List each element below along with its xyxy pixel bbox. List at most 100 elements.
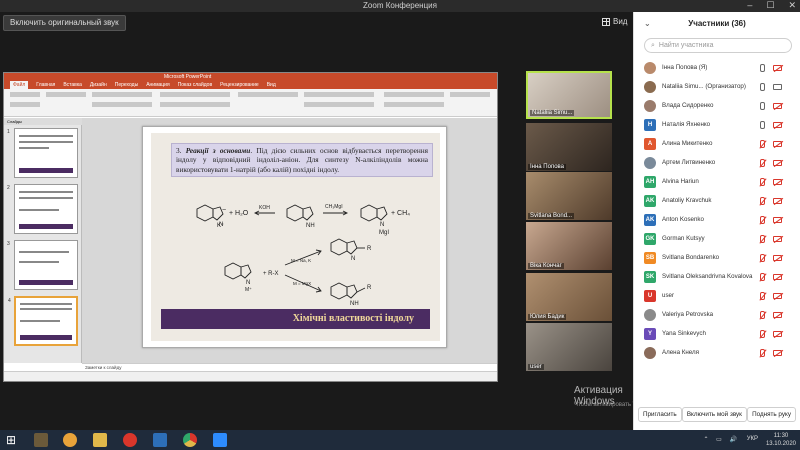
- mic-muted-icon: [760, 253, 765, 262]
- participant-row[interactable]: AK Anatoliy Kravchuk: [634, 191, 800, 210]
- maximize-icon[interactable]: ☐: [766, 0, 774, 11]
- chrome-browser-icon[interactable]: [183, 433, 197, 447]
- slide-title-bar: Хімічні властивості індолу: [161, 309, 430, 329]
- chem-r-label-2: R: [367, 285, 372, 291]
- participant-row[interactable]: AH Alvina Hariun: [634, 172, 800, 191]
- mic-muted-icon: [760, 272, 765, 281]
- participant-name: Артем Литвиненко: [662, 159, 716, 166]
- grid-icon: [602, 17, 610, 26]
- participants-footer: Пригласить Включить мой звук Поднять рук…: [638, 407, 796, 422]
- slide-thumbnail[interactable]: 1: [7, 128, 78, 178]
- participant-row[interactable]: AK Anton Kosenko: [634, 210, 800, 229]
- minimize-icon[interactable]: –: [747, 0, 752, 11]
- participant-row[interactable]: Valeriya Petrovska: [634, 305, 800, 324]
- chem-minus: −: [222, 207, 226, 214]
- participant-row[interactable]: Влада Сидоренко: [634, 96, 800, 115]
- unmute-me-button[interactable]: Включить мой звук: [681, 407, 747, 422]
- participant-row[interactable]: Y Yana Sinkevych: [634, 324, 800, 343]
- calendar-app-icon[interactable]: [34, 433, 48, 447]
- chem-n-label-2: N: [380, 222, 384, 228]
- participant-row[interactable]: Nataliia Simu... (Организатор): [634, 77, 800, 96]
- camera-off-icon: [773, 292, 782, 299]
- slide-text-heading: Реакції з основами: [185, 146, 251, 155]
- avatar: [644, 346, 656, 359]
- opera-browser-icon[interactable]: [123, 433, 137, 447]
- camera-off-icon: [773, 178, 782, 185]
- avatar: [644, 80, 656, 93]
- slide-notes[interactable]: Заметки к слайду: [82, 363, 497, 371]
- slide-thumbnail[interactable]: 2: [7, 184, 78, 234]
- participant-row[interactable]: Інна Попова (Я): [634, 58, 800, 77]
- ppt-tab[interactable]: Файл: [10, 81, 29, 89]
- chem-n-label-4: N: [351, 256, 355, 262]
- camera-off-icon: [773, 349, 782, 356]
- participant-row[interactable]: SB Svitlana Bondarenko: [634, 248, 800, 267]
- video-tile[interactable]: Svitlana Bond...: [526, 172, 612, 220]
- view-button[interactable]: Вид: [602, 17, 627, 26]
- chem-koh: KOH: [259, 205, 270, 211]
- chem-m-na-k: M = Na, K: [291, 258, 311, 263]
- camera-off-icon: [773, 197, 782, 204]
- camera-off-icon: [773, 159, 782, 166]
- video-tile[interactable]: Nataliia Simu...: [526, 71, 612, 119]
- slides-tab[interactable]: Слайды: [4, 118, 82, 125]
- avatar: GK: [644, 232, 656, 245]
- video-tile[interactable]: Інна Попова: [526, 123, 612, 171]
- ppt-tab[interactable]: Вставка: [63, 81, 82, 89]
- taskbar-clock[interactable]: 11:30 13.10.2020: [766, 432, 796, 448]
- slide-thumbnails: Слайды 1 2 3 4: [4, 118, 82, 363]
- ppt-tab[interactable]: Переходы: [115, 81, 138, 89]
- participant-row[interactable]: Uuser: [634, 286, 800, 305]
- camera-off-icon: [773, 102, 782, 109]
- system-tray[interactable]: ⌃ ▭ 🔊: [703, 436, 740, 443]
- avatar: AK: [644, 194, 656, 207]
- participant-search[interactable]: ⌕ Найти участника: [644, 38, 792, 53]
- current-slide[interactable]: 3. Реакції з основами. Під дією сильних …: [142, 126, 447, 348]
- chem-mplus: M⁺: [245, 287, 252, 293]
- app-icon[interactable]: [153, 433, 167, 447]
- ppt-tab[interactable]: Рецензирование: [220, 81, 259, 89]
- participant-name: Yana Sinkevych: [662, 330, 706, 337]
- ppt-tab[interactable]: Главная: [36, 81, 55, 89]
- zoom-app-icon[interactable]: [213, 433, 227, 447]
- slide-canvas: 3. Реакції з основами. Під дією сильних …: [82, 118, 497, 363]
- participant-name: Наталія Яхненко: [662, 121, 711, 128]
- windows-start-icon[interactable]: ⊞: [6, 433, 20, 447]
- ppt-tab[interactable]: Дизайн: [90, 81, 107, 89]
- slide-thumbnail[interactable]: 3: [7, 240, 78, 290]
- participants-title: Участники (36): [688, 18, 746, 28]
- chem-n-label-3: N: [246, 280, 250, 286]
- window-titlebar: Zoom Конференция – ☐ ✕: [0, 0, 800, 12]
- file-explorer-icon[interactable]: [93, 433, 107, 447]
- ppt-ribbon: [4, 89, 497, 117]
- participant-name: Anton Kosenko: [662, 216, 704, 223]
- participants-header: ⌄ Участники (36): [634, 12, 800, 34]
- chevron-down-icon[interactable]: ⌄: [644, 19, 651, 28]
- powerpoint-window: Microsoft PowerPoint Файл Главная Вставк…: [3, 72, 498, 382]
- ppt-tab[interactable]: Анимация: [146, 81, 169, 89]
- participant-row[interactable]: GK Gorman Kutsyy: [634, 229, 800, 248]
- participant-name: Інна Попова (Я): [662, 64, 708, 71]
- avatar: U: [644, 289, 656, 302]
- participant-row[interactable]: Артем Литвиненко: [634, 153, 800, 172]
- invite-button[interactable]: Пригласить: [638, 407, 682, 422]
- video-tile[interactable]: user: [526, 323, 612, 371]
- participant-row[interactable]: А Алина Микитенко: [634, 134, 800, 153]
- ppt-tab[interactable]: Вид: [267, 81, 276, 89]
- language-indicator[interactable]: УКР: [747, 436, 758, 442]
- video-tile[interactable]: Юлия Бадик: [526, 273, 612, 321]
- mic-muted-icon: [760, 158, 765, 167]
- participant-name: Gorman Kutsyy: [662, 235, 705, 242]
- raise-hand-button[interactable]: Поднять руку: [747, 407, 796, 422]
- participant-row[interactable]: SK Svitlana Oleksandrivna Kovalova: [634, 267, 800, 286]
- slide-thumbnail-selected[interactable]: 4: [8, 296, 78, 346]
- participant-row[interactable]: Алена Кнеля: [634, 343, 800, 362]
- app-icon[interactable]: [63, 433, 77, 447]
- ppt-tab[interactable]: Показ слайдов: [178, 81, 212, 89]
- participant-search-placeholder: Найти участника: [658, 42, 714, 49]
- close-icon[interactable]: ✕: [788, 0, 796, 11]
- video-tile[interactable]: Вікa Кончаг: [526, 222, 612, 270]
- original-sound-button[interactable]: Включить оригинальный звук: [3, 15, 126, 31]
- participant-row[interactable]: Н Наталія Яхненко: [634, 115, 800, 134]
- chem-n-label-1: N: [219, 222, 223, 228]
